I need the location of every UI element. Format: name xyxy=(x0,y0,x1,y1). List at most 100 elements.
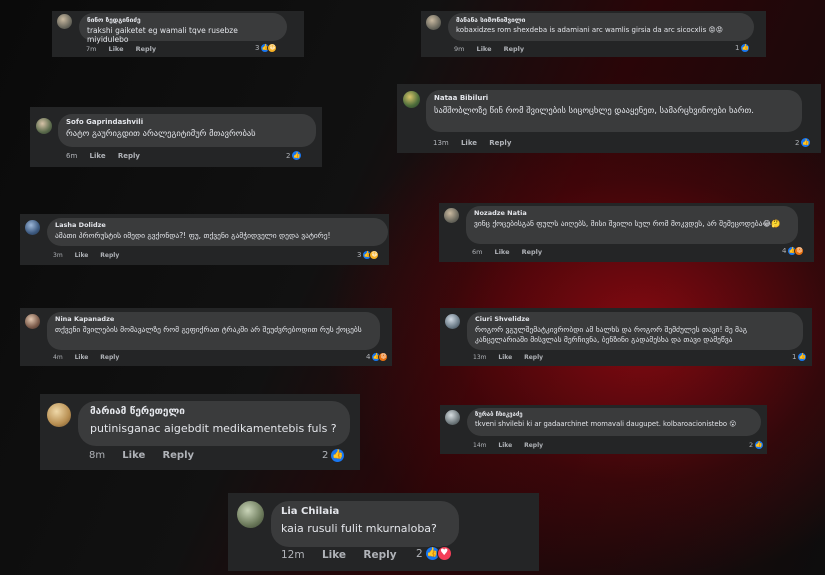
reaction-summary[interactable]: 1 👍 xyxy=(735,43,751,53)
avatar[interactable] xyxy=(444,208,459,223)
reaction-summary[interactable]: 1 👍 xyxy=(792,352,808,362)
comment-meta: 9m Like Reply xyxy=(454,45,534,53)
comment-meta: 4m Like Reply xyxy=(53,354,129,361)
comment-bubble: მარიამ წერეთელი putinisganac aigebdit me… xyxy=(78,401,350,446)
comment-text: kaia rusuli fulit mkurnaloba? xyxy=(281,522,437,535)
comment-meta: 14m Like Reply xyxy=(473,442,553,449)
like-button[interactable]: Like xyxy=(461,139,477,147)
reaction-count: 4 xyxy=(366,353,371,361)
comment-meta: 6m Like Reply xyxy=(472,248,552,256)
reply-button[interactable]: Reply xyxy=(489,139,511,147)
commenter-name[interactable]: Nataa Bibiluri xyxy=(434,94,794,102)
like-button[interactable]: Like xyxy=(75,252,89,259)
reply-button[interactable]: Reply xyxy=(100,252,119,259)
reply-button[interactable]: Reply xyxy=(363,549,396,561)
reply-button[interactable]: Reply xyxy=(522,248,543,256)
comment-text: ვინც ქოცებისგან ფულს აიღებს, მისი შვილი … xyxy=(474,219,781,228)
comment-text: თქვენი შვილების მომავალზე რომ გეფიქრათ ტ… xyxy=(55,325,362,334)
commenter-name[interactable]: Nina Kapanadze xyxy=(55,315,372,323)
comment-time: 4m xyxy=(53,354,63,361)
commenter-name[interactable]: მარიამ წერეთელი xyxy=(90,406,338,417)
comment-bubble: Nina Kapanadze თქვენი შვილების მომავალზე… xyxy=(47,312,380,350)
comment-time: 6m xyxy=(472,248,483,256)
reaction-summary[interactable]: 4 👍 😡 xyxy=(782,246,805,256)
reply-button[interactable]: Reply xyxy=(504,45,525,53)
comment-meta: 12m Like Reply xyxy=(281,549,407,561)
commenter-name[interactable]: ზურაბ ჩხიკვაძე xyxy=(475,411,753,418)
reaction-count: 1 xyxy=(735,44,740,52)
reaction-count: 2 xyxy=(286,151,291,160)
avatar[interactable] xyxy=(25,220,40,235)
avatar[interactable] xyxy=(445,314,460,329)
reply-button[interactable]: Reply xyxy=(524,442,543,449)
reaction-count: 3 xyxy=(357,251,362,259)
reaction-summary[interactable]: 2 👍 xyxy=(286,150,303,161)
comment-bubble: ნინო ზედგინიძე trakshi gaiketet eg wamal… xyxy=(79,13,287,44)
comment-text: trakshi gaiketet eg wamali tqve rusebze … xyxy=(87,26,238,44)
angry-icon: 😡 xyxy=(794,246,805,256)
commenter-name[interactable]: ნინო ზედგინიძე xyxy=(87,16,279,24)
like-button[interactable]: Like xyxy=(498,354,512,361)
reply-button[interactable]: Reply xyxy=(118,152,140,160)
reaction-summary[interactable]: 2 👍 xyxy=(749,440,765,450)
like-button[interactable]: Like xyxy=(322,549,346,561)
comment-card: მანანა სიმონიშვილი kobaxidzes rom shexde… xyxy=(421,11,766,57)
reaction-count: 2 xyxy=(795,138,800,147)
comment-time: 6m xyxy=(66,152,78,160)
comment-card: ზურაბ ჩხიკვაძე tkveni shvilebi ki ar gad… xyxy=(440,405,767,454)
reply-button[interactable]: Reply xyxy=(100,354,119,361)
reaction-summary[interactable]: 2 👍 xyxy=(322,448,346,463)
comment-meta: 3m Like Reply xyxy=(53,252,129,259)
reply-button[interactable]: Reply xyxy=(162,450,194,461)
comment-time: 7m xyxy=(86,45,97,53)
comment-time: 3m xyxy=(53,252,63,259)
comment-time: 8m xyxy=(89,450,106,461)
comment-meta: 13m Like Reply xyxy=(473,354,553,361)
avatar[interactable] xyxy=(426,15,441,30)
angry-icon: 😡 xyxy=(378,352,389,362)
reaction-count: 2 xyxy=(416,547,423,560)
avatar[interactable] xyxy=(36,118,52,134)
comment-card: მარიამ წერეთელი putinisganac aigebdit me… xyxy=(40,394,360,470)
reply-button[interactable]: Reply xyxy=(136,45,157,53)
like-button[interactable]: Like xyxy=(109,45,124,53)
avatar[interactable] xyxy=(47,403,71,427)
reaction-summary[interactable]: 2 👍 xyxy=(795,137,812,148)
avatar[interactable] xyxy=(403,91,420,108)
avatar[interactable] xyxy=(237,501,264,528)
reaction-summary[interactable]: 2 👍 ♥ xyxy=(416,546,452,561)
comment-text: როგორ ვგულშემატკივრობდი ამ ხალხს და როგო… xyxy=(475,325,748,344)
like-icon: 👍 xyxy=(754,440,765,450)
reply-button[interactable]: Reply xyxy=(524,354,543,361)
like-icon: 👍 xyxy=(797,352,808,362)
haha-icon: 😆 xyxy=(369,250,380,260)
comment-card: Ciuri Shvelidze როგორ ვგულშემატკივრობდი … xyxy=(440,308,812,366)
like-button[interactable]: Like xyxy=(75,354,89,361)
comment-time: 9m xyxy=(454,45,465,53)
comment-meta: 7m Like Reply xyxy=(86,45,166,53)
commenter-name[interactable]: Sofo Gaprindashvili xyxy=(66,118,308,126)
avatar[interactable] xyxy=(25,314,40,329)
avatar[interactable] xyxy=(445,410,460,425)
comment-meta: 6m Like Reply xyxy=(66,152,150,160)
commenter-name[interactable]: Ciuri Shvelidze xyxy=(475,315,795,323)
comment-card: Lia Chilaia kaia rusuli fulit mkurnaloba… xyxy=(228,493,539,571)
like-button[interactable]: Like xyxy=(477,45,492,53)
comment-time: 13m xyxy=(433,139,449,147)
comment-bubble: Lia Chilaia kaia rusuli fulit mkurnaloba… xyxy=(271,501,459,547)
commenter-name[interactable]: Lia Chilaia xyxy=(281,506,449,517)
reaction-summary[interactable]: 4 👍 😡 xyxy=(366,352,389,362)
comment-card: Lasha Dolidze ამათი პრორუსტის იმედი გვქო… xyxy=(20,214,389,265)
reaction-summary[interactable]: 3 👍 😆 xyxy=(357,250,380,260)
like-button[interactable]: Like xyxy=(122,450,145,461)
commenter-name[interactable]: Nozadze Natia xyxy=(474,209,790,217)
like-button[interactable]: Like xyxy=(495,248,510,256)
avatar[interactable] xyxy=(57,14,72,29)
like-button[interactable]: Like xyxy=(498,442,512,449)
reaction-summary[interactable]: 3 👍 😆 xyxy=(255,43,278,53)
comment-meta: 13m Like Reply xyxy=(433,139,521,147)
commenter-name[interactable]: Lasha Dolidze xyxy=(55,221,380,229)
comment-text: tkveni shvilebi ki ar gadaarchinet momav… xyxy=(475,420,737,428)
like-button[interactable]: Like xyxy=(90,152,106,160)
commenter-name[interactable]: მანანა სიმონიშვილი xyxy=(456,16,746,24)
